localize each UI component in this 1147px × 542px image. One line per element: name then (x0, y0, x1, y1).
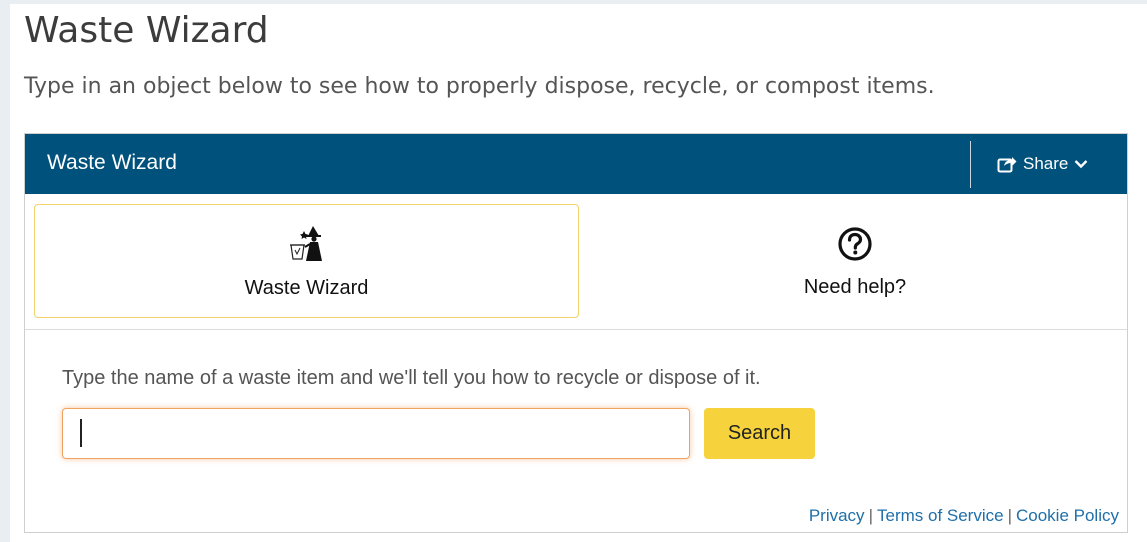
wizard-icon (285, 222, 329, 268)
cookie-policy-link[interactable]: Cookie Policy (1016, 506, 1119, 525)
tab-label-waste-wizard: Waste Wizard (244, 277, 369, 299)
chevron-down-icon (1074, 159, 1088, 169)
search-button[interactable]: Search (704, 408, 815, 459)
tab-need-help[interactable]: Need help? (585, 204, 1125, 318)
terms-link[interactable]: Terms of Service (877, 506, 1004, 525)
footer-links: Privacy | Terms of Service | Cookie Policy (809, 506, 1119, 526)
page-title: Waste Wizard (24, 10, 269, 51)
widget-header: Waste Wizard Share (25, 134, 1127, 194)
waste-wizard-widget: Waste Wizard Share Waste Wizard Need hel… (24, 133, 1128, 533)
search-prompt: Type the name of a waste item and we'll … (62, 367, 761, 389)
share-label: Share (1023, 154, 1069, 173)
page-subtitle: Type in an object below to see how to pr… (24, 74, 935, 99)
share-icon (997, 155, 1017, 173)
tab-bar: Waste Wizard Need help? (25, 194, 1127, 330)
question-circle-icon (837, 221, 873, 267)
privacy-link[interactable]: Privacy (809, 506, 865, 525)
page-container: Waste Wizard Type in an object below to … (10, 4, 1147, 542)
footer-separator: | (1007, 506, 1012, 525)
widget-title: Waste Wizard (47, 151, 177, 174)
footer-separator: | (868, 506, 873, 525)
search-input[interactable] (62, 408, 690, 459)
tab-label-need-help: Need help? (803, 276, 907, 298)
header-divider (970, 141, 971, 188)
share-button[interactable]: Share (997, 152, 1088, 176)
tab-waste-wizard[interactable]: Waste Wizard (34, 204, 579, 318)
text-caret (80, 419, 82, 447)
